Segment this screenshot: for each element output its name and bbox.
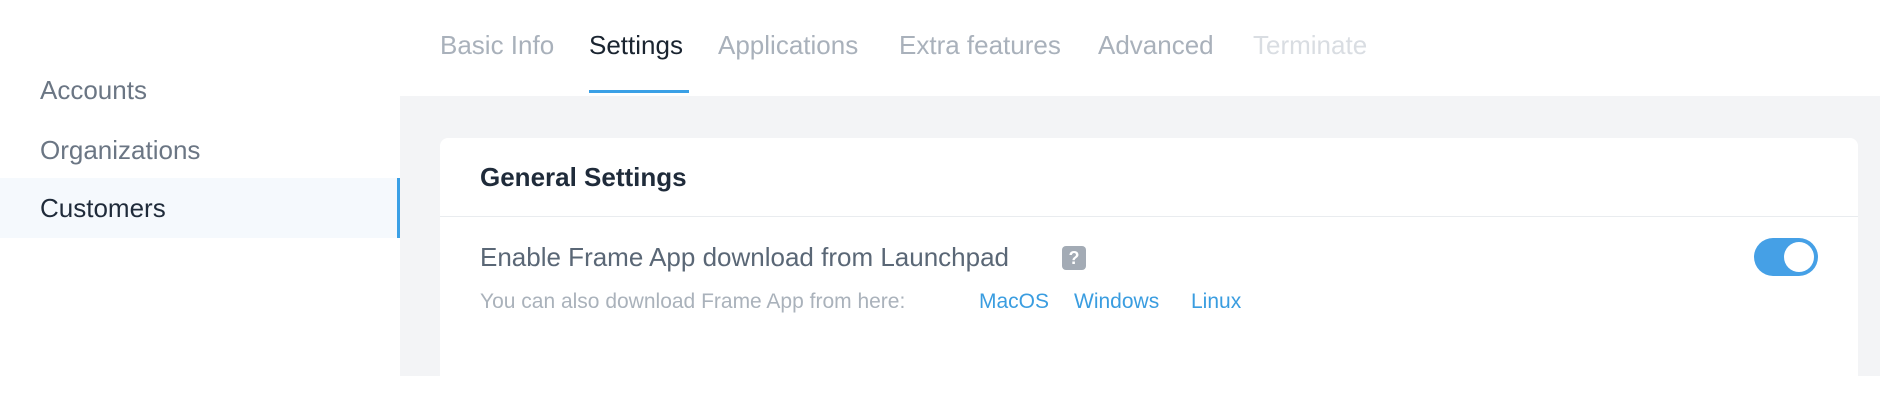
tab-advanced[interactable]: Advanced bbox=[1098, 30, 1214, 61]
tab-applications[interactable]: Applications bbox=[718, 30, 858, 61]
link-macos[interactable]: MacOS bbox=[979, 290, 1049, 314]
help-icon[interactable]: ? bbox=[1062, 246, 1086, 270]
sidebar-item-customers[interactable]: Customers bbox=[0, 178, 400, 238]
sidebar-item-accounts[interactable]: Accounts bbox=[0, 60, 400, 120]
sidebar-item-organizations[interactable]: Organizations bbox=[0, 120, 400, 180]
active-tab-indicator bbox=[589, 90, 689, 93]
card-title: General Settings bbox=[480, 162, 687, 192]
card-divider bbox=[440, 216, 1858, 217]
setting-label: Enable Frame App download from Launchpad bbox=[480, 242, 1010, 272]
link-linux[interactable]: Linux bbox=[1191, 290, 1241, 314]
sidebar: Accounts Organizations Customers bbox=[0, 0, 400, 376]
tab-settings[interactable]: Settings bbox=[589, 30, 683, 61]
enable-frame-app-toggle[interactable] bbox=[1754, 238, 1818, 276]
toggle-knob bbox=[1784, 242, 1814, 272]
general-settings-card: General Settings Enable Frame App downlo… bbox=[440, 138, 1858, 398]
link-windows[interactable]: Windows bbox=[1074, 290, 1159, 314]
tab-bar: Basic Info Settings Applications Extra f… bbox=[400, 0, 1880, 96]
tab-extra-features[interactable]: Extra features bbox=[899, 30, 1061, 61]
tab-basic-info[interactable]: Basic Info bbox=[440, 30, 554, 61]
setting-description: You can also download Frame App from her… bbox=[480, 290, 906, 313]
tab-terminate: Terminate bbox=[1253, 30, 1368, 60]
